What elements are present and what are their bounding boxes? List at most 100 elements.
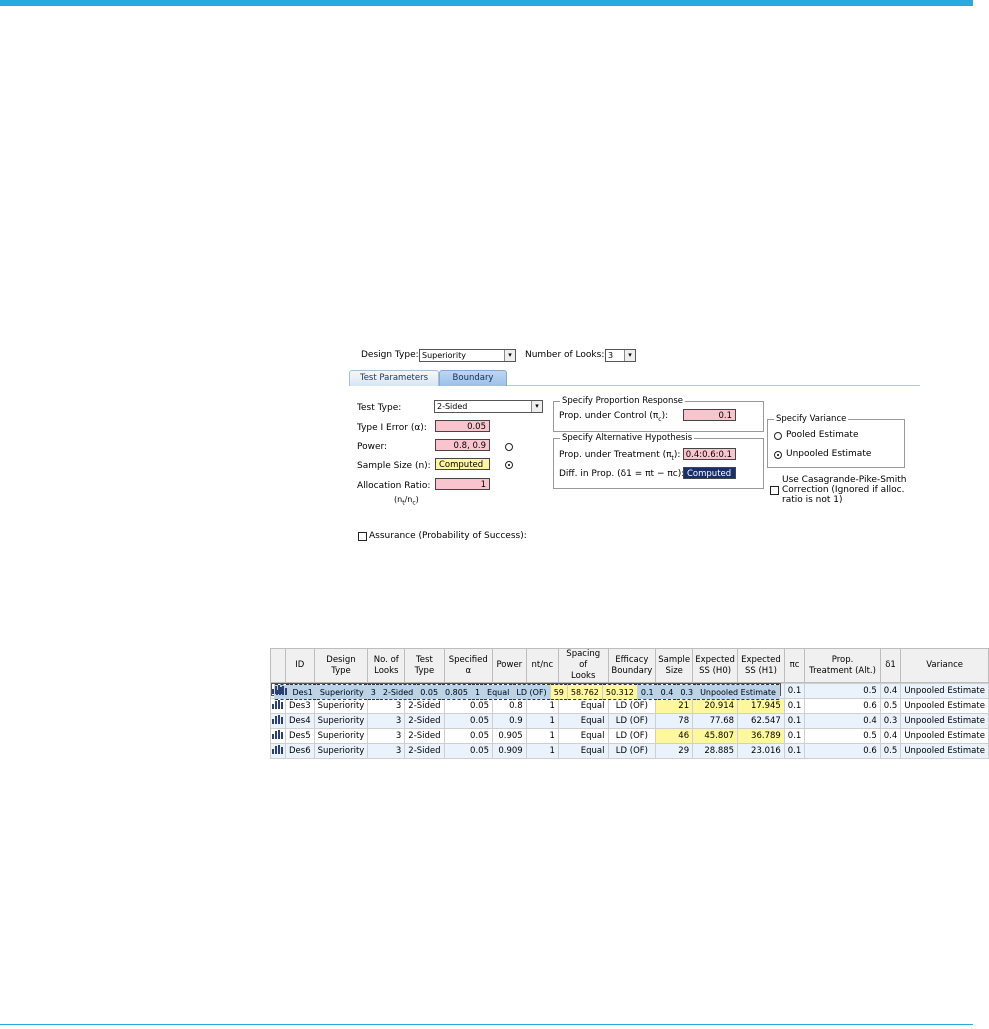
table-cell: 3 [367, 698, 406, 714]
table-cell: 0.05 [443, 743, 493, 759]
unpooled-radio[interactable] [774, 451, 782, 459]
column-header[interactable]: Spacing of Looks [557, 648, 609, 683]
column-header[interactable]: πc [783, 648, 806, 683]
table-cell: 2-Sided [378, 684, 418, 700]
designs-table: ID Design Type No. of Looks Test Type Specified… [270, 648, 989, 759]
table-cell: 0.905 [491, 728, 527, 744]
table-cell: Equal [557, 698, 609, 714]
table-cell: Superiority [315, 684, 368, 700]
sample-size-input[interactable]: Computed [435, 458, 490, 470]
table-cell: 0.5 [879, 743, 902, 759]
column-header[interactable]: Prop. Treatment (Alt.) [804, 648, 881, 683]
table-cell: Des5 [285, 728, 315, 744]
table-cell: LD (OF) [607, 728, 657, 744]
sample-size-label: Sample Size (n): [357, 461, 431, 471]
table-cell: 0.5 [804, 683, 881, 699]
row-icon-cell[interactable] [270, 698, 286, 714]
table-cell: LD (OF) [607, 713, 657, 729]
cps-checkbox[interactable] [770, 486, 779, 495]
table-cell: 0.1 [783, 713, 806, 729]
column-header[interactable]: Expected SS (H1) [737, 648, 785, 683]
assurance-label: Assurance (Probability of Success): [369, 531, 527, 541]
table-cell: 0.805 [441, 684, 472, 700]
table-cell: 3 [366, 684, 380, 700]
column-header[interactable]: Variance [900, 648, 989, 683]
table-row[interactable]: Des1 Superiority 3 2-Sided 0.05 0.805 1 Equal LD… [270, 683, 781, 700]
table-cell: Unpooled Estimate [900, 683, 989, 699]
design-input-panel: Design Type: Superiority ▾ Number of Loo… [343, 340, 920, 560]
table-cell: Unpooled Estimate [696, 684, 780, 700]
looks-value: 3 [608, 351, 614, 360]
row-icon-cell[interactable] [270, 713, 286, 729]
table-row[interactable]: Des6 Superiority 3 2-Sided 0.05 0.909 1 Equal LD… [270, 743, 989, 759]
table-row[interactable]: Des5 Superiority 3 2-Sided 0.05 0.905 1 Equal LD… [270, 728, 989, 744]
table-cell: 0.6 [804, 743, 881, 759]
alloc-input[interactable]: 1 [435, 478, 490, 490]
alloc-label: Allocation Ratio: [357, 481, 431, 491]
table-cell: 2-Sided [404, 728, 445, 744]
pooled-radio[interactable] [774, 432, 782, 440]
table-row[interactable]: Des4 Superiority 3 2-Sided 0.05 0.9 1 Equal LD (… [270, 713, 989, 729]
diff-input[interactable]: Computed [683, 467, 736, 479]
table-row[interactable]: Des3 Superiority 3 2-Sided 0.05 0.8 1 Equal LD (… [270, 698, 989, 714]
sample-size-radio[interactable] [505, 461, 513, 469]
table-cell: Equal [483, 684, 514, 700]
proportion-response-group: Specify Proportion Response Prop. under … [553, 396, 764, 432]
column-header[interactable]: Specified α [443, 648, 493, 683]
test-type-select[interactable]: 2-Sided ▾ [434, 400, 543, 413]
column-header[interactable] [270, 648, 286, 683]
column-header[interactable]: Design Type [313, 648, 369, 683]
column-header[interactable]: Power [491, 648, 527, 683]
column-header[interactable]: No. of Looks [367, 648, 406, 683]
column-header[interactable]: Sample Size [655, 648, 694, 683]
design-chart-icon [272, 730, 284, 739]
table-cell: 62.547 [737, 713, 785, 729]
diff-label: Diff. in Prop. (δ1 = πt − πc): [559, 469, 685, 479]
table-cell: Superiority [313, 698, 369, 714]
table-cell: Des6 [285, 743, 315, 759]
pooled-label: Pooled Estimate [786, 430, 859, 440]
table-cell: Equal [557, 743, 609, 759]
group-title: Specify Alternative Hypothesis [560, 433, 695, 443]
table-cell: 36.789 [737, 728, 785, 744]
table-cell: 0.05 [416, 684, 443, 700]
table-cell: 78 [655, 713, 694, 729]
column-header[interactable]: Efficacy Boundary [607, 648, 657, 683]
table-cell: 3 [367, 743, 406, 759]
column-header[interactable]: δ1 [879, 648, 902, 683]
table-cell: 2-Sided [404, 698, 445, 714]
test-type-value: 2-Sided [437, 402, 468, 411]
tab-boundary[interactable]: Boundary [439, 370, 507, 386]
tab-test-parameters[interactable]: Test Parameters [349, 370, 439, 386]
design-chart-icon [272, 715, 284, 724]
column-header[interactable]: nt/nc [525, 648, 559, 683]
design-type-select[interactable]: Superiority ▾ [419, 349, 516, 362]
column-header[interactable]: Expected SS (H0) [692, 648, 739, 683]
table-cell: 0.8 [491, 698, 527, 714]
table-cell: 0.1 [783, 683, 806, 699]
table-cell: 2-Sided [404, 713, 445, 729]
table-cell: 1 [525, 728, 559, 744]
column-header[interactable]: Test Type [404, 648, 445, 683]
table-cell: 0.05 [443, 728, 493, 744]
variance-group: Specify Variance Pooled Estimate Unpoole… [767, 414, 905, 468]
table-cell: 21 [655, 698, 694, 714]
power-radio[interactable] [505, 443, 513, 451]
alpha-input[interactable]: 0.05 [435, 420, 490, 432]
table-cell: LD (OF) [607, 743, 657, 759]
looks-select[interactable]: 3 ▾ [605, 349, 636, 362]
power-input[interactable]: 0.8, 0.9 [435, 439, 490, 451]
treatment-input[interactable]: 0.4:0.6:0.1 [683, 448, 736, 460]
control-input[interactable]: 0.1 [683, 409, 736, 421]
table-cell: 0.4 [656, 684, 678, 700]
table-cell: 46 [655, 728, 694, 744]
assurance-checkbox[interactable] [358, 532, 367, 541]
table-cell: 0.1 [783, 698, 806, 714]
table-cell: 0.5 [879, 698, 902, 714]
table-cell: 3 [367, 713, 406, 729]
column-header[interactable]: ID [285, 648, 315, 683]
table-cell: 50.312 [601, 684, 638, 700]
table-cell: 0.3 [676, 684, 698, 700]
row-icon-cell[interactable] [270, 728, 286, 744]
row-icon-cell[interactable] [270, 743, 286, 759]
